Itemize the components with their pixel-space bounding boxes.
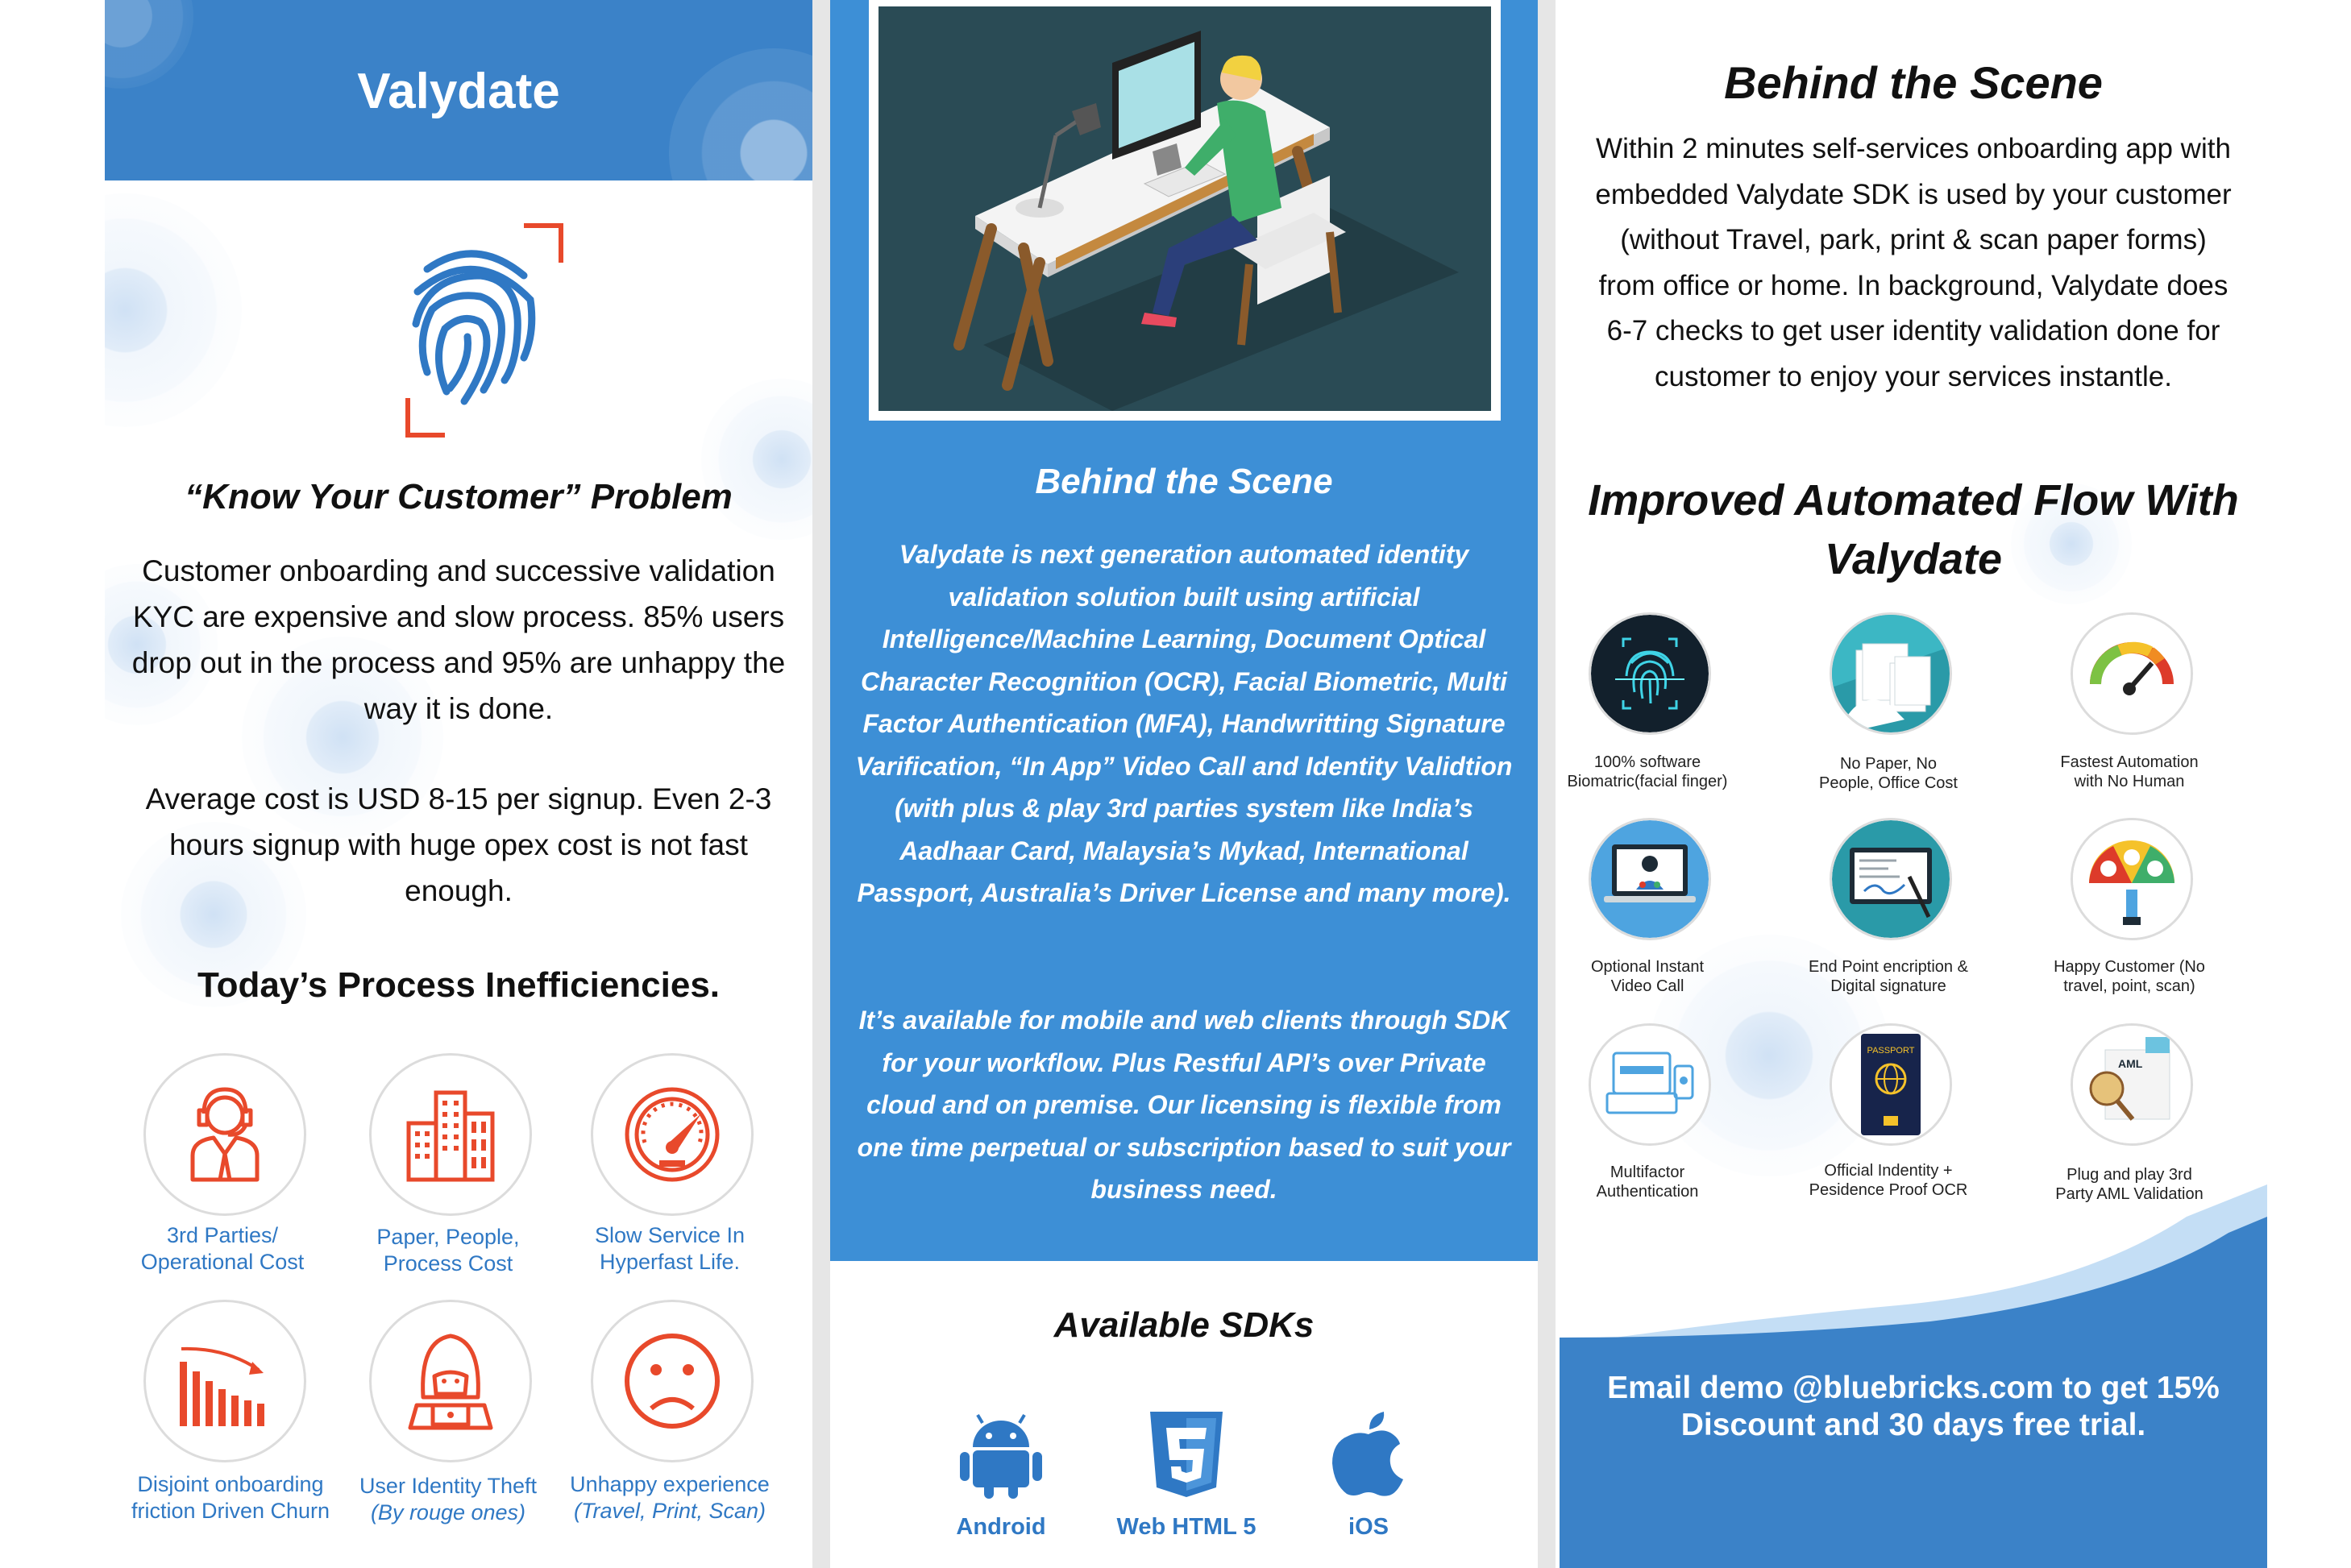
multifactor-icon — [1589, 1023, 1711, 1146]
feature-label: End Point encription & Digital signature — [1809, 958, 1968, 995]
fingerprint-icon — [405, 223, 563, 438]
aml-icon: AML — [2071, 1023, 2193, 1146]
panel-separator — [812, 0, 830, 1568]
operator-icon — [143, 1053, 306, 1216]
hacker-icon — [369, 1300, 532, 1462]
sdk-heading: Available SDKs — [1053, 1305, 1315, 1345]
sdk-ios: iOS — [1288, 1410, 1449, 1541]
title-banner: Valydate — [105, 0, 812, 180]
kyc-paragraph: Customer onboarding and successive valid… — [131, 554, 786, 725]
signature-icon — [1830, 818, 1952, 940]
availability-paragraph: It’s available for mobile and web client… — [857, 1006, 1511, 1204]
paper-stack-icon — [1830, 612, 1952, 735]
onboarding-paragraph: Within 2 minutes self-services onboardin… — [1595, 133, 2232, 392]
brochure-panel-middle: Behind the Scene Valydate is next genera… — [830, 0, 1538, 1568]
apple-icon — [1332, 1412, 1403, 1496]
inefficiency-label: Paper, People, Process Cost — [376, 1225, 520, 1276]
inefficiency-label: Slow Service In Hyperfast Life. — [594, 1223, 746, 1274]
speedometer-icon — [591, 1053, 754, 1216]
solution-paragraph: Valydate is next generation automated id… — [855, 540, 1513, 907]
cost-paragraph: Average cost is USD 8-15 per signup. Eve… — [145, 782, 772, 907]
decor-bubble — [105, 193, 242, 427]
inefficiency-label: Disjoint onboarding friction Driven Churn — [131, 1472, 330, 1523]
sdk-android: Android — [920, 1410, 1082, 1541]
behind-scene-heading: Behind the Scene — [1035, 462, 1333, 501]
feature-label: Optional Instant Video Call — [1590, 958, 1705, 995]
sad-face-icon — [591, 1300, 754, 1462]
panel-separator — [1538, 0, 1556, 1568]
inefficiencies-heading: Today’s Process Inefficiencies. — [197, 965, 721, 1005]
video-call-icon — [1589, 818, 1711, 940]
brochure-panel-right: Behind the Scene Within 2 minutes self-s… — [1560, 0, 2267, 1568]
flow-heading: Improved Automated Flow With Valydate — [1588, 476, 2239, 583]
buildings-icon — [369, 1053, 532, 1216]
fingerprint-scan-icon — [1589, 612, 1711, 735]
feature-label: No Paper, No People, Office Cost — [1819, 755, 1958, 792]
html5-icon — [1150, 1412, 1223, 1497]
feature-label: 100% software Biomatric(facial finger) — [1567, 753, 1728, 790]
declining-chart-icon — [143, 1300, 306, 1462]
kyc-heading: “Know Your Customer” Problem — [185, 477, 733, 516]
brochure-panel-left: Valydate “Know Your Customer” Problem Cu… — [105, 0, 812, 1568]
aml-label: AML — [2118, 1057, 2143, 1070]
feature-label: Fastest Automation with No Human — [2060, 753, 2199, 790]
sdk-html5: Web HTML 5 — [1106, 1410, 1267, 1541]
brand-title: Valydate — [357, 64, 560, 119]
workspace-illustration-frame — [869, 0, 1501, 421]
passport-icon: PASSPORT — [1830, 1023, 1952, 1146]
wave-footer — [1560, 1184, 2267, 1568]
behind-scene-heading: Behind the Scene — [1724, 57, 2103, 108]
passport-label: PASSPORT — [1867, 1046, 1915, 1056]
sdk-label: Web HTML 5 — [1116, 1514, 1256, 1540]
sdk-label: iOS — [1348, 1514, 1389, 1540]
inefficiency-label: 3rd Parties/Operational Cost — [140, 1223, 305, 1274]
gauge-icon — [2071, 612, 2193, 735]
inefficiency-label: Unhappy experience (Travel, Print, Scan) — [570, 1472, 770, 1523]
android-icon — [960, 1413, 1042, 1499]
sdk-label: Android — [956, 1514, 1046, 1540]
feature-label: Happy Customer (No travel, point, scan) — [2054, 958, 2205, 995]
workspace-illustration — [879, 6, 1491, 411]
inefficiency-label: User Identity Theft (By rouge ones) — [359, 1474, 538, 1524]
happy-customer-icon — [2071, 818, 2193, 940]
email-promo: Email demo @bluebricks.com to get 15% Dis… — [1607, 1371, 2220, 1442]
